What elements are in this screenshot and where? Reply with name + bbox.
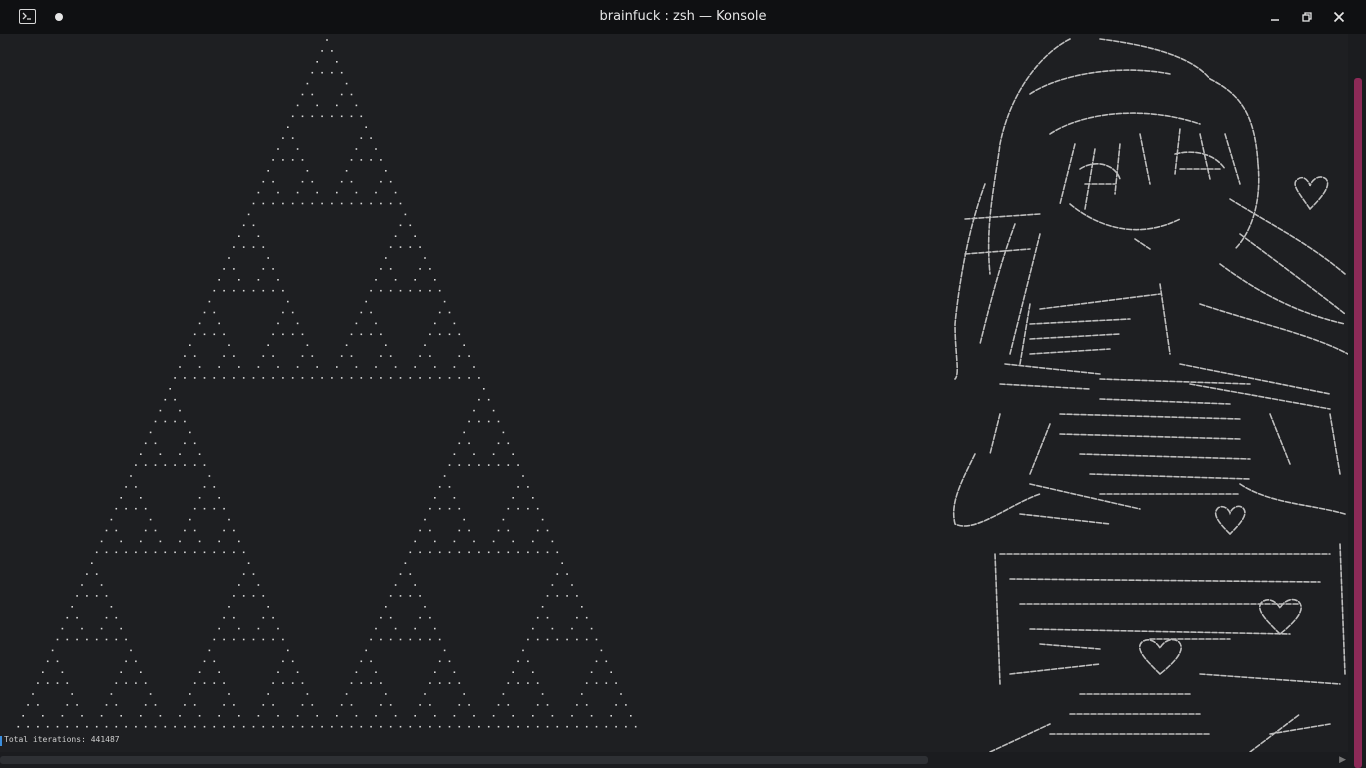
horizontal-scrollbar[interactable]: ▶ [0, 752, 1348, 768]
title-bar[interactable]: brainfuck : zsh — Konsole [0, 0, 1366, 34]
horizontal-scrollbar-thumb[interactable] [0, 756, 928, 764]
vertical-scrollbar[interactable] [1348, 34, 1366, 768]
restore-button[interactable] [1298, 8, 1316, 26]
restore-icon [1302, 12, 1312, 22]
window-title: brainfuck : zsh — Konsole [599, 9, 767, 24]
konsole-window: brainfuck : zsh — Konsole Total iteratio… [0, 0, 1366, 768]
vertical-scrollbar-thumb[interactable] [1354, 78, 1362, 768]
terminal-view[interactable]: Total iterations: 441487 [0, 34, 1348, 752]
terminal-canvas [17, 38, 1348, 752]
ascii-art-girl [952, 38, 1348, 752]
close-icon [1333, 11, 1345, 23]
scroll-right-icon[interactable]: ▶ [1339, 755, 1346, 765]
close-button[interactable] [1330, 8, 1348, 26]
sierpinski-triangle [17, 39, 637, 728]
minimize-button[interactable] [1266, 8, 1284, 26]
minimize-icon [1271, 19, 1279, 21]
text-cursor [0, 736, 2, 746]
status-line: Total iterations: 441487 [4, 735, 120, 744]
